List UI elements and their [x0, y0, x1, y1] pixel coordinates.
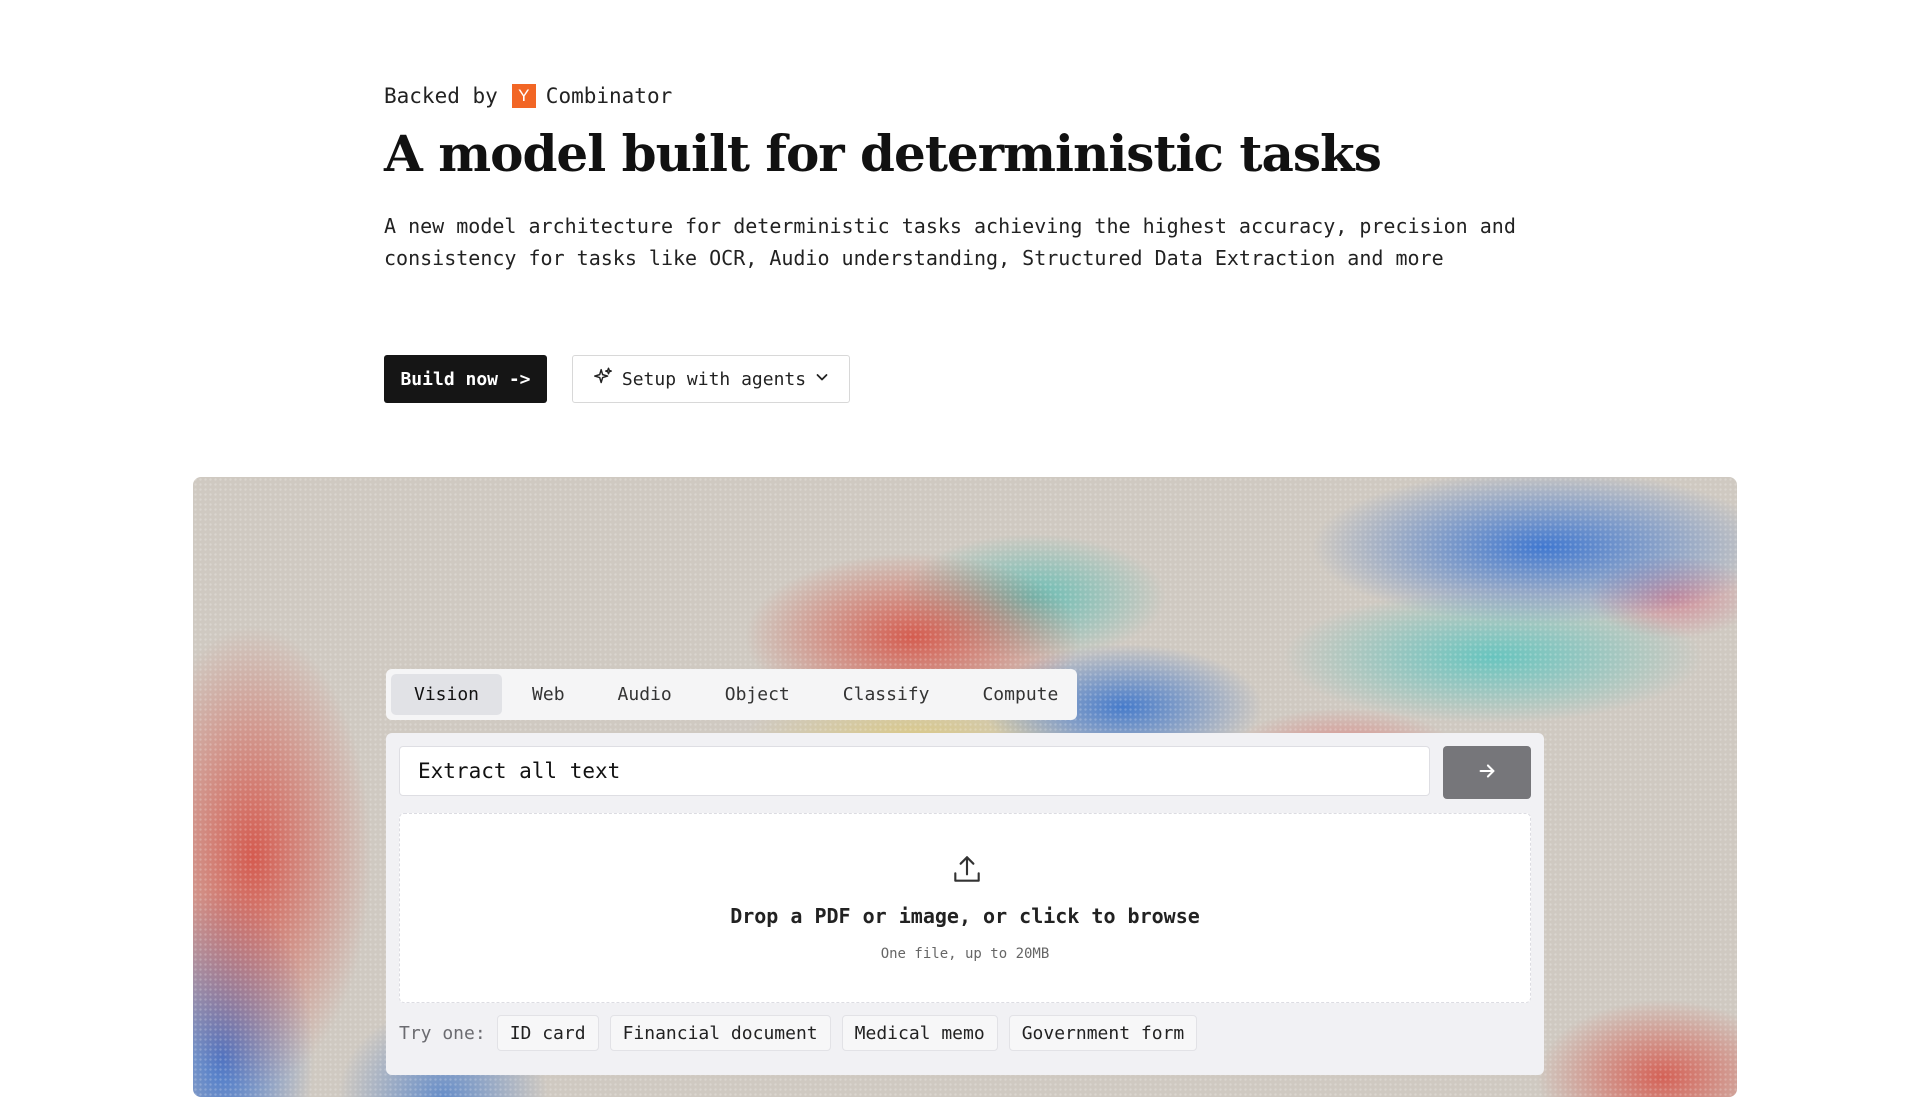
prompt-input[interactable] [399, 746, 1430, 796]
upload-icon [950, 852, 984, 890]
example-government-form[interactable]: Government form [1008, 1015, 1198, 1051]
tab-web[interactable]: Web [509, 674, 588, 715]
build-now-button[interactable]: Build now -> [384, 355, 547, 403]
backed-by-line: Backed by Y Combinator [384, 84, 672, 108]
tab-vision[interactable]: Vision [391, 674, 503, 715]
chevron-down-icon [814, 369, 830, 390]
example-row: Try one: ID card Financial document Medi… [399, 1015, 1198, 1051]
dropzone-title: Drop a PDF or image, or click to browse [730, 904, 1200, 928]
sparkle-icon [592, 366, 614, 393]
example-financial-document[interactable]: Financial document [609, 1015, 831, 1051]
demo-card: Drop a PDF or image, or click to browse … [386, 733, 1544, 1075]
file-dropzone[interactable]: Drop a PDF or image, or click to browse … [399, 813, 1531, 1003]
setup-with-agents-label: Setup with agents [621, 368, 807, 390]
mode-tabs: Vision Web Audio Object Classify Compute [386, 669, 1077, 720]
backed-by-prefix: Backed by [384, 84, 498, 108]
tab-compute[interactable]: Compute [959, 674, 1081, 715]
setup-with-agents-button[interactable]: Setup with agents [572, 355, 850, 403]
dropzone-subtitle: One file, up to 20MB [880, 946, 1050, 962]
backed-by-suffix: Combinator [545, 84, 673, 108]
tab-object[interactable]: Object [702, 674, 813, 715]
example-id-card[interactable]: ID card [496, 1015, 599, 1051]
hero-description: A new model architecture for determinist… [384, 214, 1516, 270]
y-combinator-logo: Y [511, 84, 536, 108]
tab-audio[interactable]: Audio [595, 674, 695, 715]
arrow-right-icon [1476, 760, 1498, 785]
try-one-label: Try one: [399, 1022, 486, 1044]
page-title: A model built for deterministic tasks [384, 124, 1382, 183]
tab-classify[interactable]: Classify [820, 674, 953, 715]
example-medical-memo[interactable]: Medical memo [841, 1015, 998, 1051]
submit-button[interactable] [1443, 746, 1531, 799]
